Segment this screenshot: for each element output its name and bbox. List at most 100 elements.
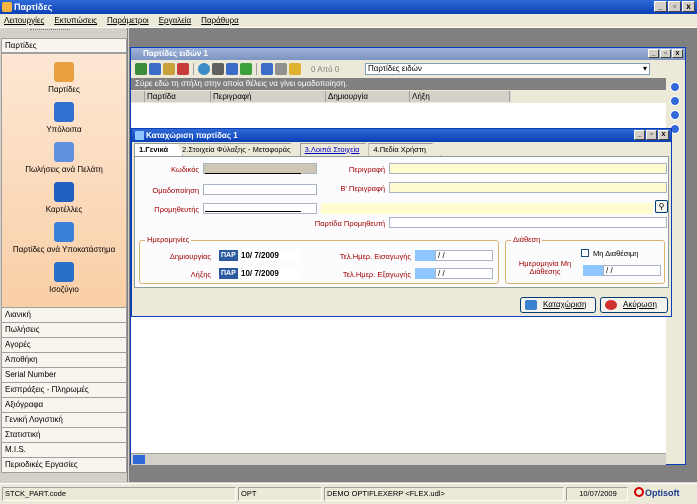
last-exit-label: Τελ.Ημερ. Εξαγωγής xyxy=(342,270,411,279)
panel-item-sales-per-customer[interactable]: Πωλήσεις ανά Πελάτη xyxy=(2,142,126,174)
edit-icon[interactable] xyxy=(163,63,175,75)
category-periodic-tasks[interactable]: Περιοδικές Εργασίες xyxy=(1,458,127,473)
expiry-label: Λήξης xyxy=(190,270,211,279)
record-counter: 0 Από 0 xyxy=(311,64,340,74)
menu-tools[interactable]: Εργαλεία xyxy=(159,14,191,27)
panel-item-cards[interactable]: Καρτέλλες xyxy=(2,182,126,214)
status-module: OPT xyxy=(238,487,322,501)
column-header-batch[interactable]: Παρτίδα xyxy=(145,91,211,102)
category-serial-number[interactable]: Serial Number xyxy=(1,368,127,383)
category-general-ledger[interactable]: Γενική Λογιστική xyxy=(1,413,127,428)
description-field[interactable] xyxy=(389,163,667,174)
tab-other-details[interactable]: 3.Λοιπά Στοιχεία xyxy=(299,143,375,156)
dialog-minimize-button[interactable]: _ xyxy=(634,130,645,140)
app-title: Παρτίδες xyxy=(14,2,53,12)
tab-storage-transport[interactable]: 2.Στοιχεία Φύλαξης - Μεταφοράς xyxy=(177,143,306,156)
open-icon[interactable] xyxy=(149,63,161,75)
column-header-description[interactable]: Περιγραφή xyxy=(211,91,326,102)
last-exit-date-field[interactable]: / / xyxy=(435,268,493,279)
category-purchases[interactable]: Αγορές xyxy=(1,338,127,353)
last-entry-date-field[interactable]: / / xyxy=(435,250,493,261)
toolbar-separator xyxy=(193,63,194,75)
category-securities[interactable]: Αξιόγραφα xyxy=(1,398,127,413)
batch-list-titlebar: Παρτίδες ειδών 1 _ ▫ x xyxy=(131,48,685,60)
tab-user-fields[interactable]: 4.Πεδία Χρήστη xyxy=(368,143,441,156)
supplier-batch-field[interactable] xyxy=(389,217,667,228)
dates-legend: Ημερομηνίες xyxy=(145,235,192,244)
key-icon[interactable] xyxy=(289,63,301,75)
description-b-field[interactable] xyxy=(389,182,667,193)
panel-item-balances[interactable]: Υπόλοιπα xyxy=(2,102,126,134)
logo-text: Optisoft xyxy=(645,488,680,498)
panel-item-batches-per-branch[interactable]: Παρτίδες ανά Υποκατάστημα xyxy=(2,222,126,254)
child-maximize-button[interactable]: ▫ xyxy=(660,49,671,58)
save-button[interactable]: Καταχώριση xyxy=(520,297,596,313)
expiry-date-field[interactable]: 10/ 7/2009 xyxy=(239,268,299,279)
new-icon[interactable] xyxy=(135,63,147,75)
panel-item-label: Παρτίδες xyxy=(48,85,80,94)
chevron-down-icon[interactable]: ▾ xyxy=(643,64,647,74)
help-icon[interactable] xyxy=(198,63,210,75)
unavailable-label: Μη Διαθέσιμη xyxy=(593,249,639,258)
column-header-created[interactable]: Δημιουργία xyxy=(326,91,410,102)
minimize-button[interactable]: _ xyxy=(654,1,667,12)
grid-icon[interactable] xyxy=(261,63,273,75)
search-icon[interactable]: ⚲ xyxy=(655,200,668,213)
next-record-icon[interactable] xyxy=(670,110,680,120)
panel-item-balance-sheet[interactable]: Ισοζύγιο xyxy=(2,262,126,294)
maximize-button[interactable]: ▫ xyxy=(668,1,681,12)
find-icon[interactable] xyxy=(212,63,224,75)
category-retail[interactable]: Λιανική xyxy=(1,308,127,323)
child-close-button[interactable]: x xyxy=(672,49,683,58)
row-indicator-header xyxy=(131,91,145,102)
pen-icon xyxy=(54,102,74,122)
category-sales[interactable]: Πωλήσεις xyxy=(1,323,127,338)
refresh-icon[interactable] xyxy=(240,63,252,75)
column-header-expiry[interactable]: Λήξη xyxy=(410,91,510,102)
created-date-field[interactable]: 10/ 7/2009 xyxy=(239,250,299,261)
supplier-field[interactable] xyxy=(203,203,317,214)
category-receipts-payments[interactable]: Εισπράξεις - Πληρωμές xyxy=(1,383,127,398)
left-panel-header[interactable]: Παρτίδες xyxy=(1,38,127,53)
menu-functions[interactable]: Λειτουργίες xyxy=(4,14,44,27)
dialog-titlebar: Καταχώριση παρτίδας 1 _ ▫ x xyxy=(132,129,671,142)
cancel-button[interactable]: Ακύρωση xyxy=(600,297,668,313)
category-mis[interactable]: M.I.S. xyxy=(1,443,127,458)
scroll-right-icon[interactable] xyxy=(133,455,145,464)
entry-date-marker xyxy=(415,250,435,261)
cancel-button-label: Ακύρωση xyxy=(623,300,657,309)
unavailable-checkbox[interactable] xyxy=(581,249,589,257)
previous-record-icon[interactable] xyxy=(670,96,680,106)
panel-item-label: Πωλήσεις ανά Πελάτη xyxy=(25,165,103,174)
view-combo-value: Παρτίδες ειδών xyxy=(368,64,422,73)
category-statistics[interactable]: Στατιστική xyxy=(1,428,127,443)
delete-icon[interactable] xyxy=(177,63,189,75)
panel-item-label: Υπόλοιπα xyxy=(46,125,82,134)
tab-general[interactable]: 1.Γενικά xyxy=(134,143,184,156)
menu-windows[interactable]: Παράθυρα xyxy=(201,14,239,27)
grouping-field[interactable] xyxy=(203,184,317,195)
expiry-par-badge[interactable]: ΠΑΡ xyxy=(219,268,238,279)
created-par-badge[interactable]: ΠΑΡ xyxy=(219,250,238,261)
dialog-maximize-button[interactable]: ▫ xyxy=(646,130,657,140)
view-combo[interactable]: Παρτίδες ειδών ▾ xyxy=(365,63,650,75)
app-titlebar: Παρτίδες _ ▫ x xyxy=(0,0,697,14)
group-by-hint[interactable]: Σύρε εδώ τη στήλη στην οποία θέλεις να γ… xyxy=(131,78,666,90)
unavailable-date-field[interactable]: / / xyxy=(603,265,661,276)
category-warehouse[interactable]: Αποθήκη xyxy=(1,353,127,368)
panel-item-batches[interactable]: Παρτίδες xyxy=(2,62,126,94)
menu-parameters[interactable]: Παράμετροι xyxy=(107,14,149,27)
sort-icon[interactable] xyxy=(226,63,238,75)
horizontal-scrollbar[interactable] xyxy=(131,453,666,465)
print-icon[interactable] xyxy=(275,63,287,75)
batch-list-toolbar: 0 Από 0 Παρτίδες ειδών ▾ xyxy=(131,61,685,77)
panel-grip[interactable] xyxy=(30,29,70,32)
first-record-icon[interactable] xyxy=(670,82,680,92)
dialog-tabs: 1.Γενικά 2.Στοιχεία Φύλαξης - Μεταφοράς … xyxy=(134,143,441,156)
child-minimize-button[interactable]: _ xyxy=(648,49,659,58)
menu-prints[interactable]: Εκτυπώσεις xyxy=(54,14,97,27)
dialog-close-button[interactable]: x xyxy=(658,130,669,140)
close-button[interactable]: x xyxy=(682,1,695,12)
toolbar-separator xyxy=(256,63,257,75)
batch-list-title: Παρτίδες ειδών 1 xyxy=(143,49,208,58)
